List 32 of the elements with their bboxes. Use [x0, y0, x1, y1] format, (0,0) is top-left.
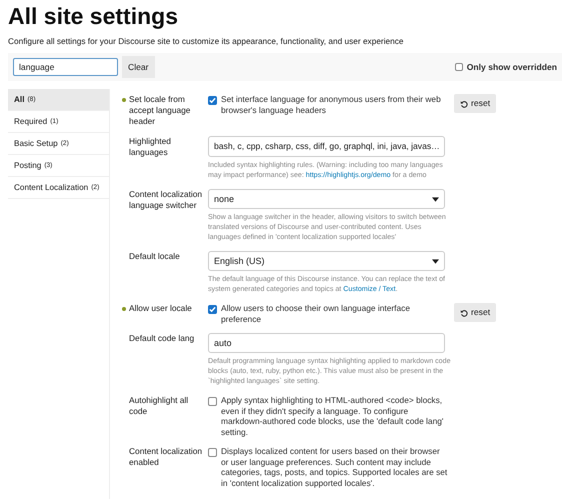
checkbox[interactable] [208, 397, 217, 406]
checkbox[interactable] [208, 305, 217, 314]
setting-label: Default code lang [129, 333, 194, 344]
caret-icon [432, 258, 439, 264]
select-field[interactable]: English (US) [208, 251, 445, 272]
checkbox-label: Displays localized content for users based on their browser or user language preferences. Such content may include categories, tags, posts, and topics. Supported locales are set in 'content localization supported locales'. [221, 446, 448, 488]
reset-button[interactable]: reset [454, 303, 496, 322]
checkbox-label: Only show overridden [466, 60, 557, 74]
setting-label: Highlighted languages [129, 136, 172, 158]
setting-label: Content localization language switcher [129, 189, 204, 212]
setting-label: Allow user locale [129, 303, 192, 314]
checkbox[interactable] [208, 96, 217, 106]
checkbox[interactable] [454, 63, 463, 72]
setting-label: Set locale from accept language header [129, 94, 192, 128]
caret-icon [432, 196, 439, 202]
page-subtitle: Configure all settings for your Discourse site to customize its appearance, functionality, and user experience [8, 35, 405, 48]
search-field[interactable]: language [13, 58, 118, 76]
checkbox-label: Set interface language for anonymous users from their web browser's language headers [221, 94, 442, 116]
clear-button[interactable]: Clear [122, 56, 155, 78]
page-title: All site settings [8, 2, 179, 30]
setting-label: Content localization enabled [129, 446, 204, 468]
undo-icon [460, 308, 468, 317]
select-field[interactable]: none [208, 189, 445, 210]
undo-icon [460, 100, 468, 108]
checkbox[interactable] [208, 448, 217, 458]
checkbox-label: Allow users to choose their own language interface preference [221, 303, 412, 324]
checkbox-label: Apply syntax highlighting to HTML-authored <code> blocks, even if they didn't specify a language. To configure markdown-authored code blocks, use the 'default code lang' setting. [221, 395, 444, 438]
input-field[interactable]: auto [208, 333, 445, 354]
setting-label: Default locale [129, 251, 180, 262]
setting-label: Autohighlight all code [129, 395, 190, 418]
list-field[interactable]: bash, c, cpp, csharp, css, diff, go, graphql, ini, java, javas… [208, 136, 445, 158]
reset-button[interactable]: reset [454, 94, 496, 114]
